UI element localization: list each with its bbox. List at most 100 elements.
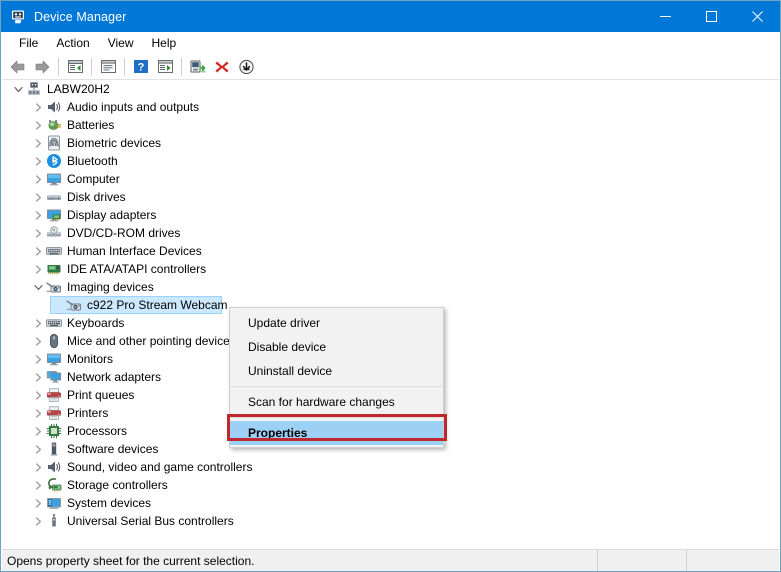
tree-item-label: DVD/CD-ROM drives bbox=[67, 226, 181, 240]
chevron-right-icon[interactable] bbox=[30, 170, 46, 188]
tree-item-label: Computer bbox=[67, 172, 120, 186]
tree-item-label: Processors bbox=[67, 424, 128, 438]
up-one-level-icon[interactable] bbox=[63, 56, 87, 78]
toolbar: ? bbox=[2, 54, 779, 80]
tree-item-label: c922 Pro Stream Webcam bbox=[87, 298, 228, 312]
chevron-right-icon[interactable] bbox=[30, 134, 46, 152]
tree-item-label: Display adapters bbox=[67, 208, 157, 222]
tree-item[interactable]: Disk drives bbox=[2, 188, 779, 206]
chevron-right-icon[interactable] bbox=[30, 242, 46, 260]
back-arrow-icon[interactable] bbox=[6, 56, 30, 78]
ctx-disable-device[interactable]: Disable device bbox=[230, 335, 443, 359]
speaker-icon bbox=[46, 99, 62, 115]
menu-help[interactable]: Help bbox=[143, 34, 186, 52]
tree-item[interactable]: Sound, video and game controllers bbox=[2, 458, 779, 476]
tree-item-label: Storage controllers bbox=[67, 478, 168, 492]
tree-item[interactable]: IDE ATA/ATAPI controllers bbox=[2, 260, 779, 278]
chevron-right-icon[interactable] bbox=[30, 440, 46, 458]
context-menu-separator bbox=[231, 417, 442, 418]
tree-item[interactable]: Batteries bbox=[2, 116, 779, 134]
scan-hardware-changes-icon[interactable] bbox=[234, 56, 258, 78]
minimize-button[interactable] bbox=[642, 1, 688, 32]
tree-item[interactable]: Universal Serial Bus controllers bbox=[2, 512, 779, 530]
camera-icon bbox=[46, 279, 62, 295]
toolbar-separator bbox=[91, 57, 92, 76]
chevron-right-icon[interactable] bbox=[30, 206, 46, 224]
tree-item[interactable]: LABW20H2 bbox=[2, 80, 779, 98]
chevron-right-icon[interactable] bbox=[30, 224, 46, 242]
show-hide-console-tree-icon[interactable] bbox=[96, 56, 120, 78]
tree-item-label: Batteries bbox=[67, 118, 115, 132]
keyboard-icon bbox=[46, 315, 62, 331]
chevron-right-icon[interactable] bbox=[30, 368, 46, 386]
tree-item[interactable]: Audio inputs and outputs bbox=[2, 98, 779, 116]
chevron-down-icon[interactable] bbox=[30, 278, 46, 296]
storage-controller-icon bbox=[46, 477, 62, 493]
device-manager-window: Device Manager File Action View Help ? L… bbox=[0, 0, 781, 572]
speaker-icon bbox=[46, 459, 62, 475]
chevron-right-icon[interactable] bbox=[30, 260, 46, 278]
computer-root-icon bbox=[26, 81, 42, 97]
tree-item[interactable]: Computer bbox=[2, 170, 779, 188]
disk-drive-icon bbox=[46, 189, 62, 205]
update-driver-icon[interactable] bbox=[186, 56, 210, 78]
toolbar-separator bbox=[124, 57, 125, 76]
menu-bar: File Action View Help bbox=[2, 32, 779, 54]
chevron-down-icon[interactable] bbox=[10, 80, 26, 98]
device-manager-icon bbox=[10, 9, 26, 25]
uninstall-device-icon[interactable] bbox=[210, 56, 234, 78]
tree-item-label: Monitors bbox=[67, 352, 114, 366]
chevron-right-icon[interactable] bbox=[30, 350, 46, 368]
usb-icon bbox=[46, 513, 62, 529]
svg-text:?: ? bbox=[138, 61, 145, 73]
maximize-button[interactable] bbox=[688, 1, 734, 32]
ctx-properties[interactable]: Properties bbox=[230, 421, 443, 445]
menu-action[interactable]: Action bbox=[47, 34, 98, 52]
chevron-right-icon[interactable] bbox=[30, 152, 46, 170]
chevron-right-icon[interactable] bbox=[30, 188, 46, 206]
chevron-right-icon[interactable] bbox=[30, 116, 46, 134]
mouse-icon bbox=[46, 333, 62, 349]
tree-item[interactable]: DVD/CD-ROM drives bbox=[2, 224, 779, 242]
help-icon[interactable]: ? bbox=[129, 56, 153, 78]
menu-view[interactable]: View bbox=[99, 34, 143, 52]
chevron-right-icon[interactable] bbox=[30, 494, 46, 512]
tree-item-label: Sound, video and game controllers bbox=[67, 460, 253, 474]
tree-item[interactable]: Display adapters bbox=[2, 206, 779, 224]
tree-item-label: Keyboards bbox=[67, 316, 125, 330]
camera-icon bbox=[66, 297, 82, 313]
tree-item[interactable]: Human Interface Devices bbox=[2, 242, 779, 260]
hid-icon bbox=[46, 243, 62, 259]
ide-controller-icon bbox=[46, 261, 62, 277]
tree-item[interactable]: System devices bbox=[2, 494, 779, 512]
chevron-right-icon[interactable] bbox=[30, 458, 46, 476]
chevron-right-icon[interactable] bbox=[30, 314, 46, 332]
tree-item-label: Universal Serial Bus controllers bbox=[67, 514, 234, 528]
optical-drive-icon bbox=[46, 225, 62, 241]
menu-file[interactable]: File bbox=[10, 34, 47, 52]
properties-icon[interactable] bbox=[153, 56, 177, 78]
ctx-uninstall-device[interactable]: Uninstall device bbox=[230, 359, 443, 383]
chevron-right-icon[interactable] bbox=[30, 476, 46, 494]
tree-item[interactable]: Imaging devices bbox=[2, 278, 779, 296]
chevron-right-icon[interactable] bbox=[30, 422, 46, 440]
battery-icon bbox=[46, 117, 62, 133]
chevron-right-icon[interactable] bbox=[30, 386, 46, 404]
tree-item[interactable]: Biometric devices bbox=[2, 134, 779, 152]
ctx-update-driver[interactable]: Update driver bbox=[230, 311, 443, 335]
system-device-icon bbox=[46, 495, 62, 511]
tree-item[interactable]: Bluetooth bbox=[2, 152, 779, 170]
close-button[interactable] bbox=[734, 1, 780, 32]
tree-item[interactable]: Storage controllers bbox=[2, 476, 779, 494]
tree-item-label: Disk drives bbox=[67, 190, 126, 204]
chevron-right-icon[interactable] bbox=[30, 512, 46, 530]
chevron-right-icon[interactable] bbox=[30, 404, 46, 422]
chevron-right-icon[interactable] bbox=[30, 332, 46, 350]
forward-arrow-icon[interactable] bbox=[30, 56, 54, 78]
printer-icon bbox=[46, 405, 62, 421]
device-context-menu[interactable]: Update driver Disable device Uninstall d… bbox=[229, 307, 444, 448]
status-pane-3 bbox=[686, 550, 779, 571]
chevron-right-icon[interactable] bbox=[30, 98, 46, 116]
ctx-scan-hardware-changes[interactable]: Scan for hardware changes bbox=[230, 390, 443, 414]
processor-icon bbox=[46, 423, 62, 439]
